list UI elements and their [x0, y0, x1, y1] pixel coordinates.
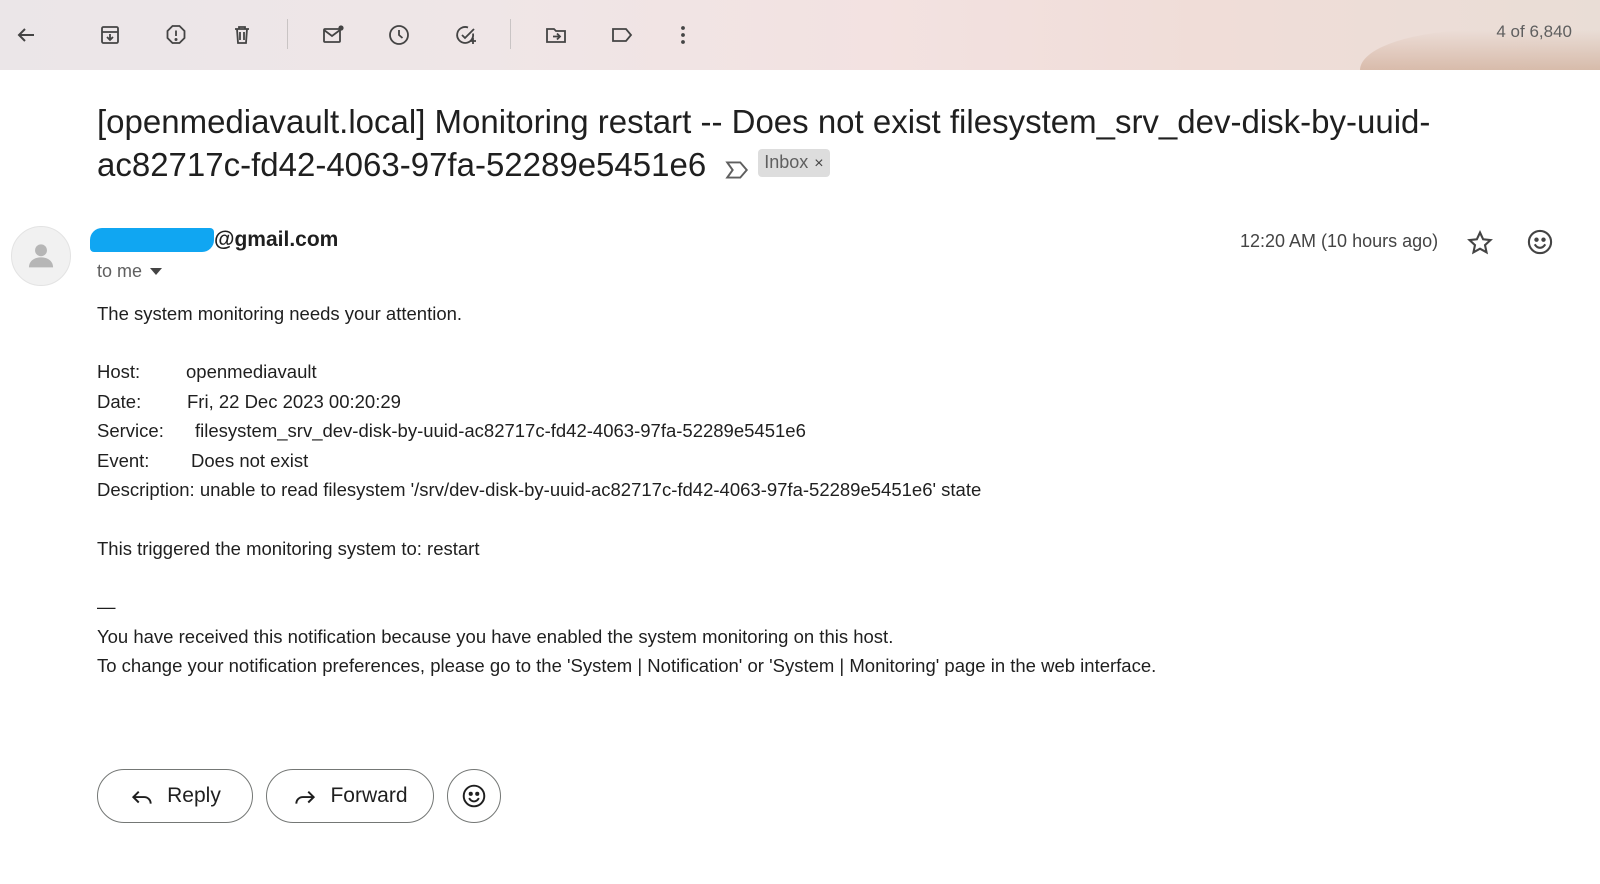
service-label: Service: [97, 420, 164, 441]
dropdown-caret-icon [150, 268, 163, 275]
back-arrow-icon[interactable] [8, 17, 44, 53]
email-subject: [openmediavault.local] Monitoring restar… [97, 100, 1577, 186]
sender-email-suffix: @gmail.com [214, 228, 339, 251]
redacted-name [90, 228, 214, 252]
forward-button[interactable]: Forward [266, 769, 434, 823]
event-label: Event: [97, 450, 150, 471]
importance-marker-icon[interactable] [724, 150, 750, 179]
event-value: Does not exist [191, 450, 309, 471]
toolbar-divider [510, 19, 511, 49]
add-reaction-icon[interactable] [1526, 228, 1554, 256]
star-icon[interactable] [1466, 229, 1494, 257]
snooze-icon[interactable] [381, 17, 417, 53]
forward-icon [295, 790, 316, 804]
archive-icon[interactable] [92, 17, 128, 53]
avatar[interactable] [11, 226, 71, 286]
delete-icon[interactable] [224, 17, 260, 53]
forward-label: Forward [330, 784, 408, 807]
report-spam-icon[interactable] [158, 17, 194, 53]
reply-icon [132, 790, 152, 804]
triggered-line: This triggered the monitoring system to:… [97, 538, 480, 559]
remove-label-icon[interactable]: × [814, 155, 823, 172]
host-value: openmediavault [186, 361, 317, 382]
toolbar-divider [287, 19, 288, 49]
inbox-label-chip: Inbox × [758, 149, 830, 178]
label-icon[interactable] [604, 17, 640, 53]
label-chip-text: Inbox [764, 152, 809, 173]
description-line: Description: unable to read filesystem '… [97, 479, 982, 500]
mark-unread-icon[interactable] [315, 17, 351, 53]
move-to-icon[interactable] [538, 17, 574, 53]
date-value: Fri, 22 Dec 2023 00:20:29 [187, 391, 401, 412]
sender-address[interactable]: @gmail.com [90, 228, 338, 252]
smiley-icon [462, 784, 486, 808]
add-to-tasks-icon[interactable] [448, 17, 484, 53]
toolbar: 4 of 6,840 [0, 0, 1600, 70]
footer-line-2: To change your notification preferences,… [97, 655, 1157, 676]
emoji-reaction-button[interactable] [447, 769, 501, 823]
host-label: Host: [97, 361, 141, 382]
reply-label: Reply [167, 784, 221, 807]
recipient-details-toggle[interactable]: to me [97, 261, 163, 282]
service-value: filesystem_srv_dev-disk-by-uuid-ac82717c… [195, 420, 806, 441]
recipient-text: to me [97, 261, 143, 281]
message-counter: 4 of 6,840 [1496, 22, 1572, 41]
body-intro: The system monitoring needs your attenti… [97, 303, 463, 324]
footer-line-1: You have received this notification beca… [97, 626, 894, 647]
email-timestamp: 12:20 AM (10 hours ago) [1240, 231, 1439, 251]
reply-button[interactable]: Reply [97, 769, 253, 823]
signature-separator: — [97, 596, 116, 617]
more-vert-icon[interactable] [665, 17, 701, 53]
date-label: Date: [97, 391, 142, 412]
